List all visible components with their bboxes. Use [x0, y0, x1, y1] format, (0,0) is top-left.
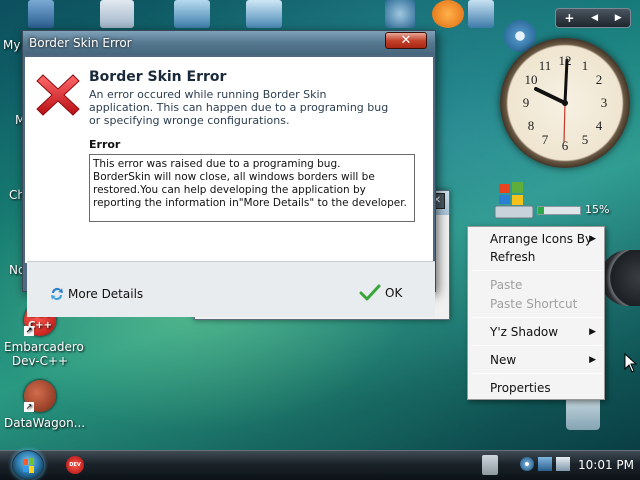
error-heading: Border Skin Error: [89, 69, 227, 85]
svg-text:10: 10: [525, 72, 538, 87]
ok-button[interactable]: OK: [359, 284, 402, 302]
launcher-gallery-icon[interactable]: [468, 0, 494, 28]
menu-item-label: Arrange Icons By: [490, 232, 593, 246]
svg-text:5: 5: [582, 132, 589, 147]
menu-item-paste: Paste: [470, 276, 602, 294]
svg-text:9: 9: [523, 95, 530, 110]
menu-separator: [472, 373, 602, 374]
menu-item-properties[interactable]: Properties: [470, 379, 602, 397]
datawagon-icon: ↗: [24, 380, 56, 412]
svg-text:12: 12: [559, 53, 572, 68]
tray-gear-icon[interactable]: [520, 457, 534, 471]
tray-network-icon[interactable]: [538, 457, 552, 471]
gauge-gadget[interactable]: [600, 250, 640, 306]
desktop-icon-datawagon[interactable]: ↗ DataWagon...: [4, 380, 86, 430]
svg-text:7: 7: [542, 132, 549, 147]
svg-text:3: 3: [601, 95, 608, 110]
launcher-gear-icon[interactable]: [385, 0, 415, 28]
dialog-body: Border Skin Error An error occured while…: [25, 57, 435, 317]
recycle-bin-icon[interactable]: [566, 396, 600, 430]
taskbar-devcpp-button[interactable]: DEV C++: [66, 456, 84, 474]
desktop-context-menu: Arrange Icons By ▶ Refresh Paste Paste S…: [467, 226, 605, 400]
menu-item-paste-shortcut: Paste Shortcut: [470, 295, 602, 313]
clock-face-icon: 12 12 345 678 91011: [523, 53, 608, 153]
menu-item-new[interactable]: New ▶: [470, 351, 602, 369]
clock-gadget[interactable]: 12 1 2 345 678 9 10 11: [500, 38, 630, 168]
dialog-title: Border Skin Error: [29, 36, 132, 50]
svg-text:4: 4: [596, 118, 603, 133]
menu-separator: [472, 345, 602, 346]
sidebar-next-button[interactable]: ▶: [615, 13, 622, 23]
submenu-arrow-icon: ▶: [589, 327, 596, 337]
desktop-icon-label: Embarcadero: [4, 340, 84, 354]
drive-usage-fill: [538, 207, 545, 214]
sidebar-prev-button[interactable]: ◀: [591, 13, 598, 23]
shortcut-arrow-icon: ↗: [24, 402, 34, 412]
menu-separator: [472, 270, 602, 271]
tray-keyboard-icon[interactable]: [482, 455, 498, 475]
submenu-arrow-icon: ▶: [589, 234, 596, 244]
error-details-box[interactable]: This error was raised due to a programin…: [89, 154, 415, 222]
more-details-label: More Details: [68, 287, 144, 301]
menu-item-label: Paste Shortcut: [490, 297, 578, 311]
refresh-arrows-icon: [51, 288, 63, 300]
submenu-arrow-icon: ▶: [589, 355, 596, 365]
drive-usage-bar: [537, 206, 581, 215]
menu-separator: [472, 317, 602, 318]
error-details-line: BorderSkin will now close, all windows b…: [93, 171, 407, 209]
error-x-icon: [36, 74, 80, 116]
svg-text:11: 11: [539, 58, 552, 73]
sidebar-controls: + ◀ ▶: [555, 8, 631, 28]
dialog-close-button[interactable]: ✕: [385, 32, 427, 49]
dialog-titlebar[interactable]: Border Skin Error ✕: [23, 31, 435, 55]
menu-item-arrange-icons[interactable]: Arrange Icons By ▶: [470, 230, 602, 248]
mouse-cursor-icon: [624, 353, 638, 373]
desktop-icon-label: Dev-C++: [11, 354, 69, 368]
launcher-media-icon[interactable]: [246, 0, 282, 28]
sidebar-add-button[interactable]: +: [564, 11, 574, 25]
menu-item-label: New: [490, 353, 517, 367]
error-description: An error occured while running Border Sk…: [89, 88, 389, 127]
menu-item-label: Refresh: [490, 250, 536, 264]
svg-text:2: 2: [596, 72, 603, 87]
checkmark-icon: [359, 284, 381, 301]
menu-item-label: Y'z Shadow: [490, 325, 559, 339]
windows-start-icon: [12, 450, 44, 480]
taskbar-devcpp-label: DEV C++: [69, 462, 81, 468]
ok-label: OK: [385, 286, 403, 300]
menu-item-refresh[interactable]: Refresh: [470, 248, 602, 266]
menu-item-label: Paste: [490, 278, 523, 292]
menu-item-label: Properties: [490, 381, 551, 395]
error-dialog: Border Skin Error ✕ Border Skin Error An…: [22, 30, 436, 317]
svg-text:6: 6: [562, 138, 569, 153]
launcher-play-icon[interactable]: [432, 0, 464, 28]
svg-text:1: 1: [582, 58, 589, 73]
taskbar-clock[interactable]: 10:01 PM: [578, 458, 634, 472]
launcher-folder-icon[interactable]: [100, 0, 134, 28]
drive-usage-percent: 15%: [585, 203, 610, 216]
desktop-icon-label: DataWagon...: [4, 416, 86, 430]
start-button[interactable]: [10, 450, 46, 480]
more-details-button[interactable]: More Details: [49, 286, 143, 302]
launcher-computer-icon[interactable]: [28, 0, 54, 28]
desktop-label-1[interactable]: My: [3, 38, 20, 52]
drive-windows-icon: [494, 182, 534, 219]
tray-window-icon[interactable]: [556, 457, 570, 471]
menu-item-yz-shadow[interactable]: Y'z Shadow ▶: [470, 323, 602, 341]
shortcut-arrow-icon: ↗: [24, 326, 34, 336]
dialog-footer: More Details OK: [27, 261, 435, 317]
svg-text:8: 8: [528, 118, 535, 133]
error-details-line: This error was raised due to a programin…: [93, 158, 341, 170]
drive-meter-gadget[interactable]: 15%: [493, 180, 613, 226]
launcher-network-icon[interactable]: [174, 0, 210, 28]
error-section-label: Error: [89, 138, 121, 151]
